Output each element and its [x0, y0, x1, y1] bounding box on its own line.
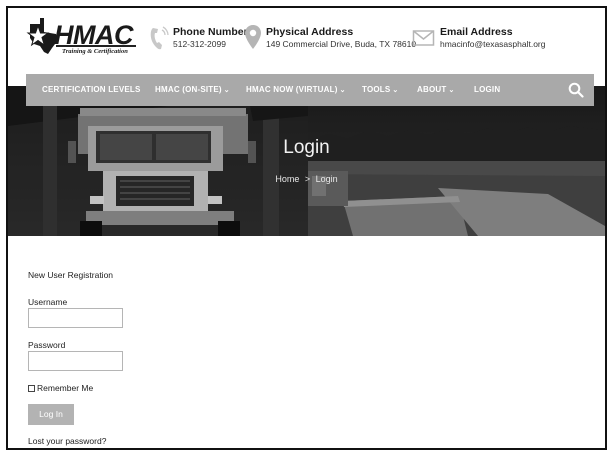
nav-tools[interactable]: TOOLS ⌄	[362, 74, 399, 106]
lost-password-link[interactable]: Lost your password?	[28, 436, 106, 446]
nav-certification-levels[interactable]: CERTIFICATION LEVELS	[42, 74, 141, 106]
chevron-down-icon: ⌄	[392, 87, 399, 94]
breadcrumb-separator: >	[304, 174, 311, 184]
main-nav: CERTIFICATION LEVELS HMAC (ON-SITE) ⌄ HMA…	[26, 74, 594, 106]
nav-label: HMAC (ON-SITE)	[155, 85, 222, 94]
envelope-icon	[412, 30, 435, 46]
email-value: hmacinfo@texasasphalt.org	[440, 39, 546, 49]
nav-label: ABOUT	[417, 85, 447, 94]
phone-title: Phone Number	[173, 26, 248, 38]
logo-underline	[56, 45, 136, 47]
phone-icon	[150, 26, 169, 50]
breadcrumb: Home > Login	[8, 174, 605, 184]
nav-label: HMAC NOW (VIRTUAL)	[246, 85, 338, 94]
breadcrumb-current: Login	[315, 174, 338, 184]
search-icon[interactable]	[568, 82, 584, 98]
page-title: Login	[283, 137, 330, 158]
site-logo[interactable]: HMAC Training & Certification	[26, 16, 138, 64]
nav-hmac-onsite[interactable]: HMAC (ON-SITE) ⌄	[155, 74, 230, 106]
register-link[interactable]: New User Registration	[28, 270, 113, 280]
hero-truck-image	[8, 86, 605, 236]
contact-email[interactable]: Email Address hmacinfo@texasasphalt.org	[412, 24, 582, 58]
email-title: Email Address	[440, 26, 513, 38]
breadcrumb-home[interactable]: Home	[275, 174, 299, 184]
nav-hmac-now-virtual[interactable]: HMAC NOW (VIRTUAL) ⌄	[246, 74, 346, 106]
remember-me-checkbox[interactable]	[28, 385, 35, 392]
site-header: HMAC Training & Certification Phone Numb…	[8, 8, 605, 74]
phone-value: 512-312-2099	[173, 39, 226, 49]
chevron-down-icon: ⌄	[448, 87, 455, 94]
nav-about[interactable]: ABOUT ⌄	[417, 74, 455, 106]
address-value: 149 Commercial Drive, Buda, TX 78610	[266, 39, 417, 49]
remember-me[interactable]: Remember Me	[28, 383, 93, 393]
remember-me-label: Remember Me	[37, 383, 94, 393]
chevron-down-icon: ⌄	[223, 87, 230, 94]
chevron-down-icon: ⌄	[339, 87, 346, 94]
nav-login[interactable]: LOGIN	[474, 74, 500, 106]
username-input[interactable]	[28, 308, 123, 328]
username-label: Username	[28, 297, 68, 307]
logo-tagline: Training & Certification	[62, 48, 128, 55]
contact-phone[interactable]: Phone Number 512-312-2099	[148, 24, 248, 58]
nav-label: CERTIFICATION LEVELS	[42, 85, 141, 94]
address-title: Physical Address	[266, 26, 354, 38]
nav-label: LOGIN	[474, 85, 501, 94]
browser-frame: HMAC Training & Certification Phone Numb…	[6, 6, 607, 450]
map-pin-icon	[245, 25, 261, 49]
contact-address[interactable]: Physical Address 149 Commercial Drive, B…	[244, 24, 416, 58]
password-label: Password	[28, 340, 66, 350]
nav-label: TOOLS	[362, 85, 391, 94]
hero-banner: Login Home > Login	[8, 86, 605, 236]
login-button[interactable]: Log In	[28, 404, 74, 425]
password-input[interactable]	[28, 351, 123, 371]
